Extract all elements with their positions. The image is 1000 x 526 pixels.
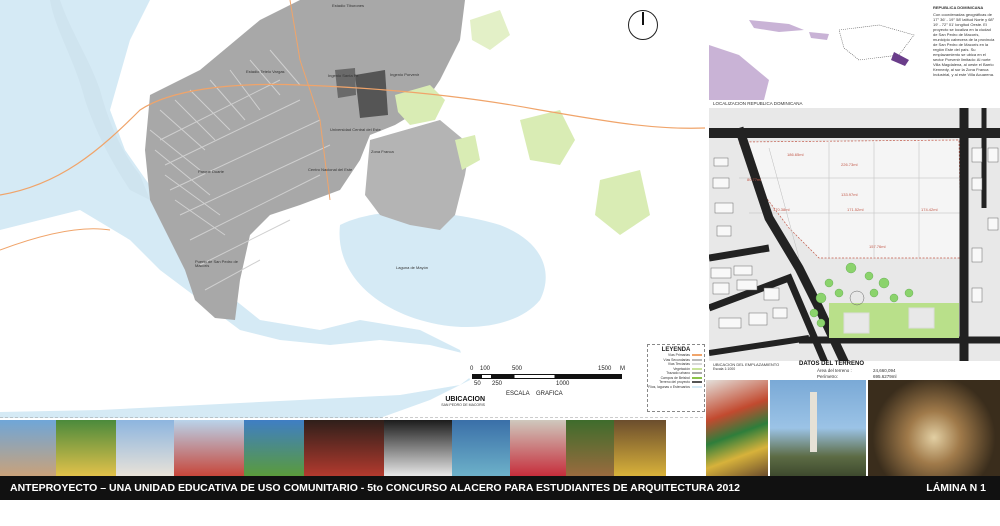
- scale-tick: M: [620, 366, 625, 372]
- legend-swatch: [692, 385, 702, 388]
- dimension-label: 80.77ml: [747, 177, 762, 182]
- legend-swatch: [692, 354, 702, 357]
- palm-photo: [244, 420, 304, 476]
- city-map: Estadio Tetelo Vargas Estadio Tiburones …: [0, 0, 705, 418]
- photo-strip: [0, 420, 1000, 476]
- industrial-zone: [365, 120, 470, 230]
- map-label: Puerto de San Pedro de Macorís: [195, 259, 238, 268]
- scale-caption: ESCALA GRAFICA: [506, 391, 563, 397]
- legend-swatch: [692, 376, 702, 379]
- country-info: REPUBLICA DOMINICANA Con coordenadas geo…: [933, 5, 995, 77]
- legend-item-label: Ríos, lagunas o Esteruarios: [648, 384, 690, 389]
- map-label: Ingenio Santa Fe: [328, 73, 359, 78]
- site-plan: 186.65ml 226.73ml 80.77ml 133.97ml 170.3…: [709, 108, 1000, 372]
- boats-photo: [452, 420, 510, 476]
- masked-dancer-photo: [614, 420, 666, 476]
- sugarcane-photo: [566, 420, 614, 476]
- perimeter-value: 695.6279ml: [873, 374, 897, 379]
- map-label: Estadio Tetelo Vargas: [246, 69, 285, 74]
- dimension-label: 226.73ml: [841, 162, 858, 167]
- red-building-photo: [174, 420, 244, 476]
- scale-tick: 1000: [556, 381, 570, 387]
- dancers-photo: [304, 420, 384, 476]
- legend-item-label: Campos de Beisbol: [660, 375, 690, 380]
- map-legend: LEYENDA Vías Primarias Vías Secundarias Ví…: [647, 344, 705, 412]
- map-label: Zona Franca: [371, 149, 394, 154]
- church-photo: [0, 420, 56, 476]
- scale-tick: 250: [492, 381, 503, 387]
- legend-swatch: [692, 372, 702, 375]
- map-label: Ingenio Porvenir: [390, 72, 420, 77]
- country-location-panel: REPUBLICA DOMINICANA Con coordenadas geo…: [709, 0, 1000, 107]
- dimension-label: 186.65ml: [787, 152, 804, 157]
- legend-swatch: [692, 358, 702, 361]
- dimension-label: 157.76ml: [869, 244, 886, 249]
- park-photo: [56, 420, 116, 476]
- dimension-label: 171.52ml: [847, 207, 864, 212]
- legend-swatch: [692, 367, 702, 370]
- ubicacion-title: UBICACION SAN PEDRO DE MACORIS: [395, 396, 485, 412]
- bird-photo: [384, 420, 452, 476]
- legend-item: Ríos, lagunas o Esteruarios: [648, 385, 704, 390]
- perimeter-label: Perímetro:: [817, 374, 839, 379]
- sheet-number: LÁMINA N 1: [926, 482, 986, 494]
- map-label: Estadio Tiburones: [332, 3, 365, 8]
- legend-item-label: Terreno del proyecto: [659, 380, 690, 385]
- legend-item-label: Vegetación: [673, 366, 690, 371]
- map-label: Universidad Central del Este: [330, 127, 381, 132]
- legend-item-label: Vías Secundarias: [663, 357, 690, 362]
- area-value: 24,660,094: [873, 368, 896, 373]
- scale-tick: 500: [512, 366, 523, 372]
- scale-tick: 1500: [598, 366, 612, 372]
- legend-item-label: Vías Terciarias: [667, 362, 690, 367]
- project-title: ANTEPROYECTO – UNA UNIDAD EDUCATIVA DE U…: [10, 482, 740, 494]
- legend-item-label: Trazado urbano: [666, 371, 690, 376]
- country-title: REPUBLICA DOMINICANA: [933, 5, 984, 10]
- site-plan-drawing: [709, 108, 1000, 372]
- footer-bar: ANTEPROYECTO – UNA UNIDAD EDUCATIVA DE U…: [0, 476, 1000, 500]
- legend-swatch: [692, 363, 702, 366]
- map-caption: LOCALIZACION REPUBLICA DOMINICANA: [713, 101, 803, 106]
- scale-tick: 100: [480, 366, 491, 372]
- lagoon: [339, 211, 546, 328]
- ubicacion-heading: UBICACION: [445, 396, 485, 403]
- ubicacion-subtitle: SAN PEDRO DE MACORIS: [441, 403, 485, 407]
- country-description: Con coordenadas geográficas de 17° 36' -…: [933, 12, 995, 77]
- north-arrow-icon: [628, 10, 658, 40]
- dimension-label: 170.38ml: [773, 207, 790, 212]
- datos-title: DATOS DEL TERRENO: [799, 361, 865, 367]
- costume-photo: [510, 420, 566, 476]
- map-label: Parque Duarte: [198, 169, 225, 174]
- project-site: [355, 70, 388, 118]
- scale-tick: 50: [474, 381, 481, 387]
- dimension-label: 174.42ml: [921, 207, 938, 212]
- map-label: Centro Nacional del Este: [308, 167, 353, 172]
- caribbean-map: [709, 0, 922, 100]
- city-map-drawing: [0, 0, 705, 418]
- area-label: Área del terreno :: [817, 368, 852, 373]
- scale-tick: 0: [470, 366, 474, 372]
- legend-item-label: Vías Primarias: [667, 353, 690, 358]
- plan-scale: Escala 1:1000: [713, 367, 736, 371]
- map-label: Laguna de Mayón: [396, 265, 429, 270]
- white-building-photo: [116, 420, 174, 476]
- graphic-scale: 0 100 500 1500 M 50 250 1000 ESCALA GRAF…: [470, 366, 630, 406]
- legend-swatch: [692, 381, 702, 384]
- dimension-label: 133.97ml: [841, 192, 858, 197]
